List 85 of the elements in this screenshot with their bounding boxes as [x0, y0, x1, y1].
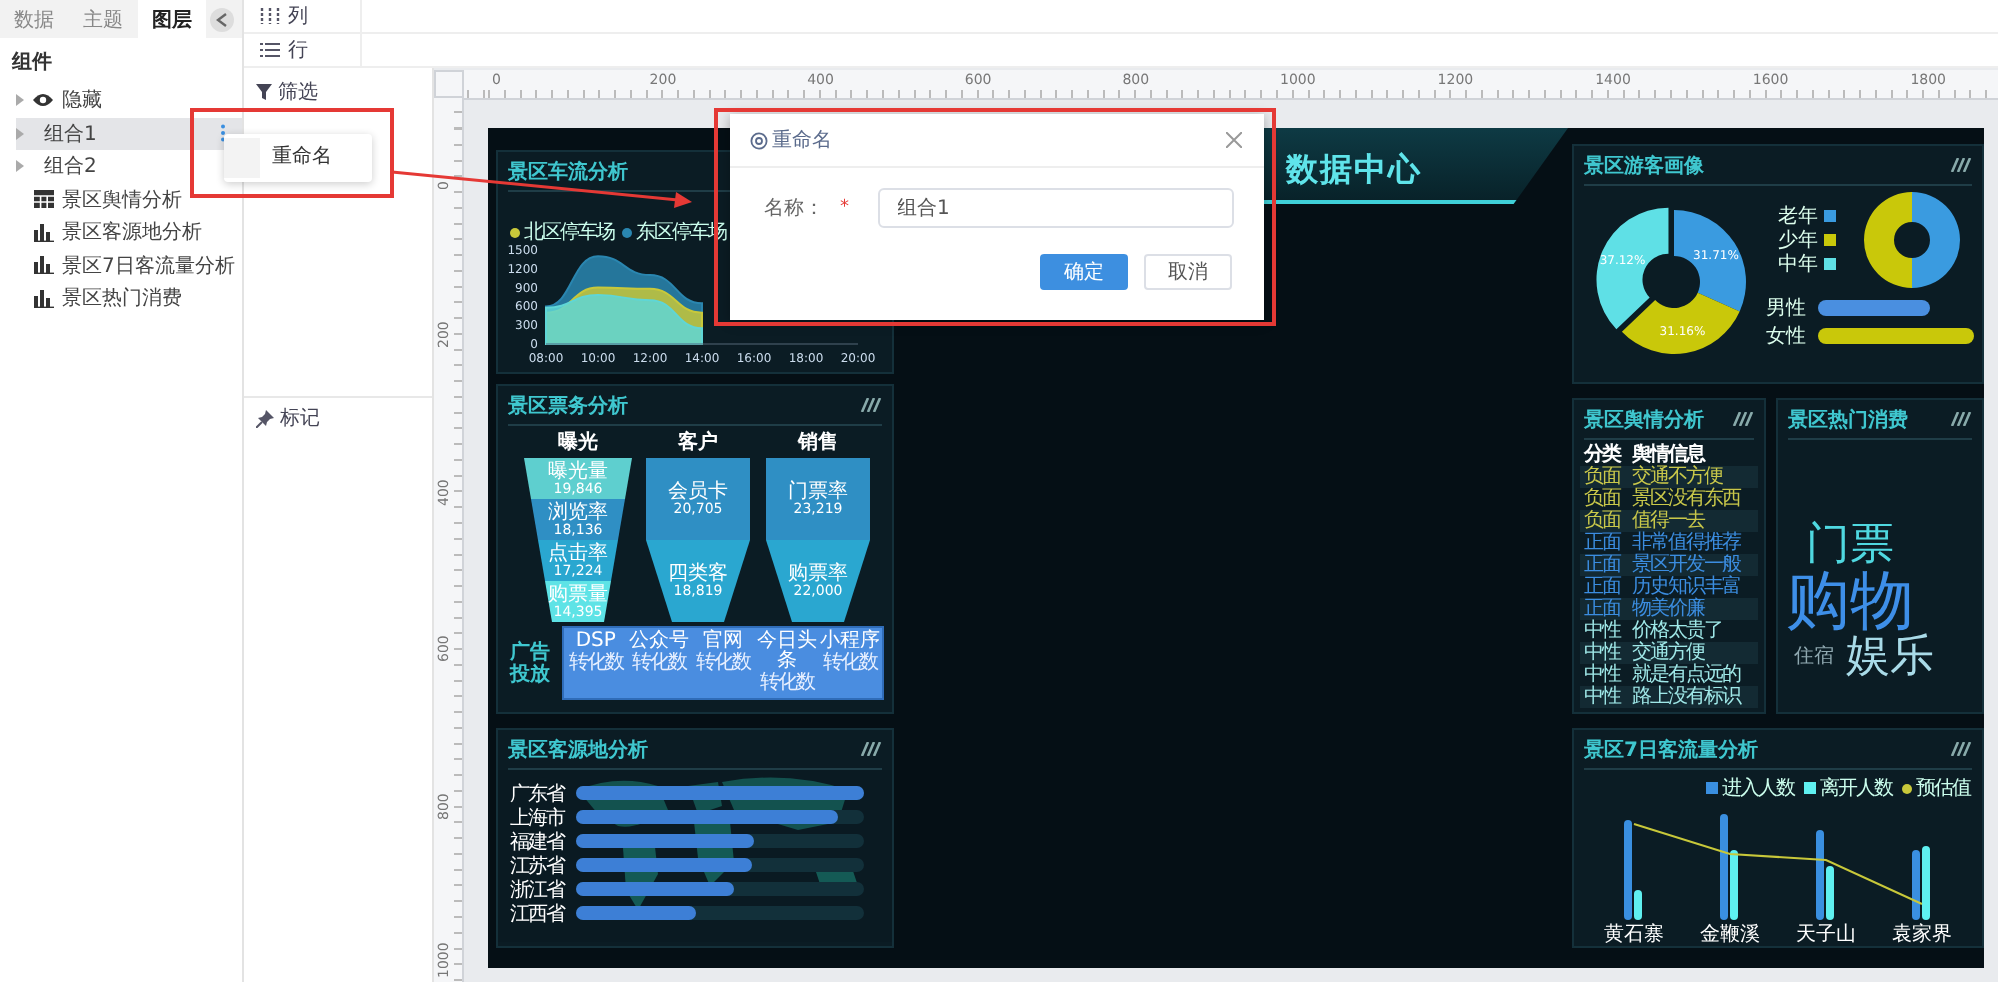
bar-label: 男性 [1766, 295, 1808, 322]
table-cell: 非常值得推荐 [1632, 532, 1740, 554]
funnel-title: 客户 [678, 432, 718, 454]
card-label: 标记 [280, 410, 320, 430]
table-cell: 价格太贵了 [1632, 620, 1722, 642]
bar-label: 福建省 [510, 829, 567, 855]
table-cell-text: 中性 [1582, 620, 1623, 642]
field-label: 名称： [764, 196, 824, 222]
legend-label: 进入人数 [1722, 777, 1794, 799]
panel-title: 景区车流分析 [508, 158, 628, 185]
table-cell-text: 正面 [1582, 532, 1623, 554]
legend-label: 离开人数 [1820, 777, 1892, 799]
required-mark: * [840, 198, 849, 218]
table-cell-text: 中性 [1582, 686, 1623, 708]
table-cell: 景区开发一般 [1632, 554, 1740, 576]
table-cell: 路上没有标识 [1632, 686, 1740, 708]
stage-name: 浏览率 [548, 501, 608, 524]
table-cell-text: 正面 [1582, 576, 1623, 598]
table-cell: 就是有点远的 [1632, 664, 1740, 686]
funnel-title: 曝光 [558, 432, 598, 454]
bar-label: 广东省 [510, 781, 567, 807]
column-header: 分类 [1581, 444, 1623, 466]
panel-title: 景区游客画像 [1584, 152, 1704, 179]
axis-label: 天子山 [1796, 924, 1856, 946]
bar-label: 江苏省 [510, 853, 567, 879]
channel-note: 转化数 [759, 672, 814, 694]
table-cell-text: 中性 [1582, 642, 1623, 664]
bar-label: 上海市 [510, 805, 567, 831]
channel-name: 今日头条 [755, 632, 818, 672]
table-cell: 历史知识丰富 [1632, 576, 1740, 598]
legend-label: 中年 [1778, 253, 1818, 275]
section-title: 组件 [9, 49, 54, 78]
legend-label: 老年 [1778, 205, 1818, 227]
channel-name: 公众号 [628, 632, 691, 652]
bar-label: 女性 [1766, 323, 1808, 350]
table-cell: 景区没有东西 [1632, 488, 1740, 510]
funnel-title: 销售 [798, 432, 838, 454]
channel-note: 转化数 [823, 652, 878, 674]
channel-name: 官网 [700, 632, 745, 652]
table-cell: 值得一去 [1632, 510, 1704, 532]
stage-name: 购票率 [788, 563, 848, 585]
dashboard-title: 数据中心 [1286, 150, 1422, 192]
legend-label: 预估值 [1916, 777, 1970, 799]
table-cell-text: 负面 [1582, 510, 1623, 532]
table-cell-text: 负面 [1582, 488, 1623, 510]
panel-title: 景区7日客流量分析 [1584, 736, 1758, 763]
stage-name: 点击率 [548, 542, 608, 565]
table-cell: 交通方便 [1632, 642, 1704, 664]
column-header: 舆情信息 [1632, 444, 1704, 466]
dialog-title: 重命名 [772, 127, 832, 154]
axis-label: 金鞭溪 [1700, 924, 1760, 946]
channel-note: 转化数 [632, 652, 687, 674]
legend-label: 少年 [1778, 229, 1818, 251]
table-cell: 交通不方便 [1632, 466, 1722, 488]
table-cell-text: 正面 [1582, 598, 1623, 620]
axis-label: 袁家界 [1892, 924, 1952, 946]
stage-name: 门票率 [788, 481, 848, 503]
shelf-label: 列 [288, 4, 308, 30]
panel-title: 景区客源地分析 [508, 736, 648, 763]
bar-label: 浙江省 [510, 877, 567, 903]
shelf-label: 行 [288, 38, 308, 64]
cloud-word: 娱乐 [1846, 636, 1934, 680]
table-cell-text: 正面 [1582, 554, 1623, 576]
channel-note: 转化数 [568, 652, 623, 674]
channel-note: 转化数 [695, 652, 750, 674]
axis-label: 黄石寨 [1604, 924, 1664, 946]
stage-name: 购票量 [548, 583, 608, 606]
card-label: 筛选 [278, 84, 318, 104]
bar-label: 江西省 [510, 901, 567, 927]
channel-name: 小程序 [819, 632, 882, 652]
cloud-word: 住宿 [1794, 648, 1834, 668]
table-cell: 物美价廉 [1632, 598, 1704, 620]
table-cell-text: 中性 [1582, 664, 1623, 686]
cloud-word: 购物 [1786, 568, 1914, 632]
stage-name: 会员卡 [668, 481, 728, 503]
panel-title: 景区舆情分析 [1584, 407, 1704, 433]
legend-label: 北区停车场 [524, 221, 614, 243]
table-cell-text: 负面 [1582, 466, 1623, 488]
channel-name: DSP [573, 632, 618, 652]
panel-title: 景区热门消费 [1788, 406, 1908, 433]
stage-name: 四类客 [668, 563, 728, 585]
cloud-word: 门票 [1806, 524, 1894, 568]
channel-heading: 广告投放 [510, 641, 552, 685]
panel-title: 景区票务分析 [508, 393, 628, 419]
stage-name: 曝光量 [548, 460, 608, 483]
